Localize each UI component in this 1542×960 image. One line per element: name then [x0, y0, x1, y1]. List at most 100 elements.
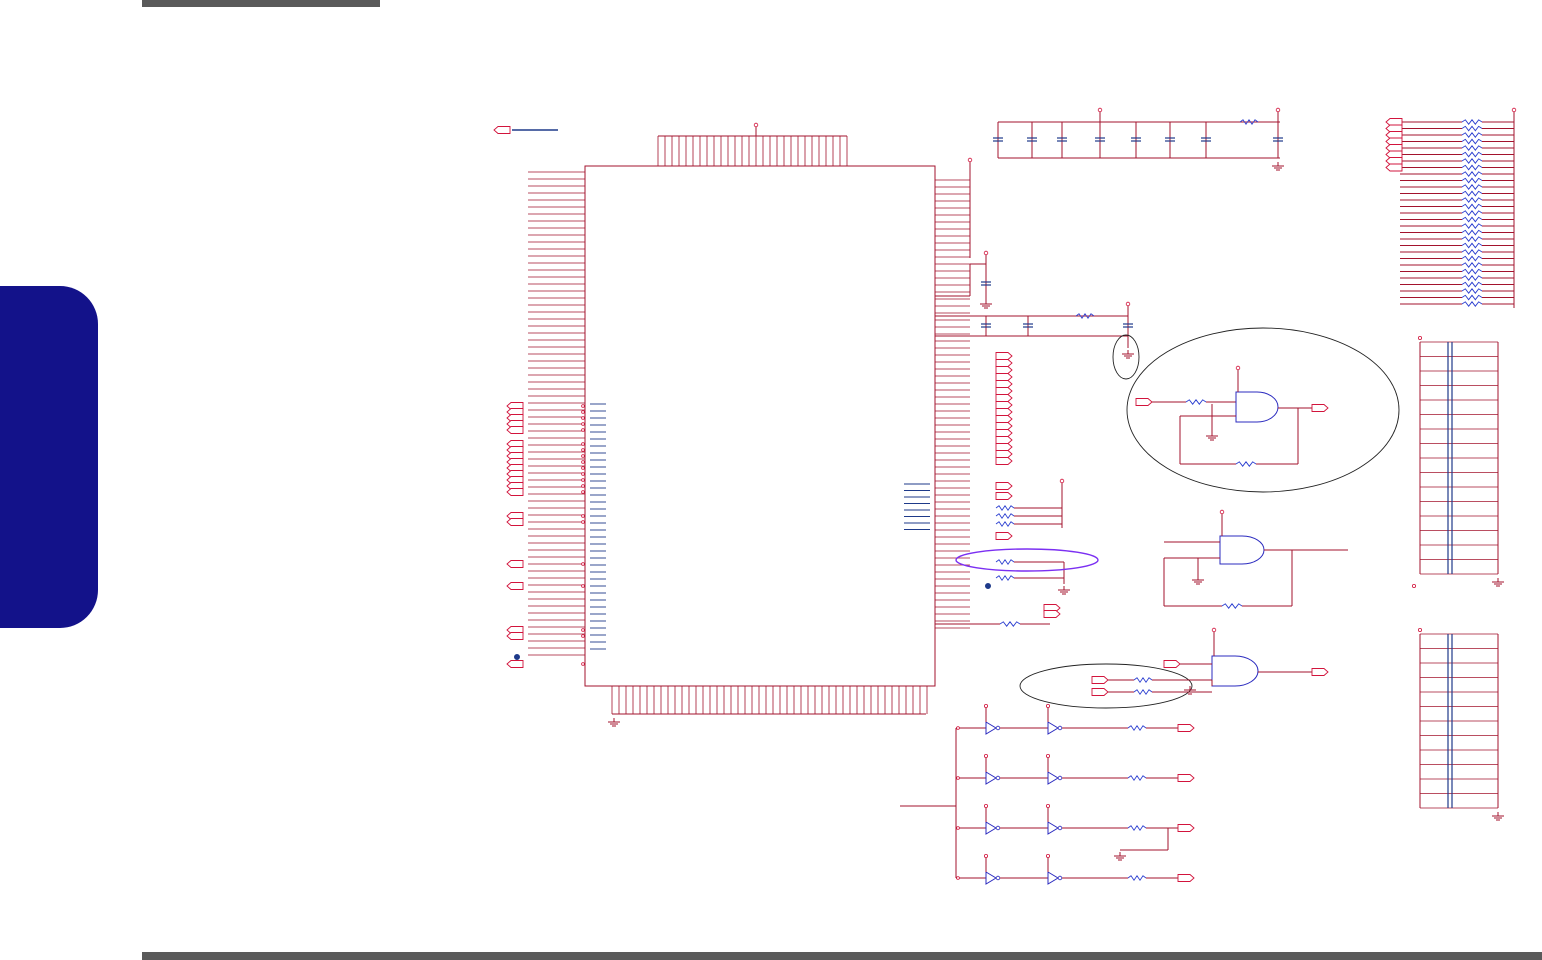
- buffer-output-connector: [1177, 724, 1195, 732]
- and-gate: [1211, 655, 1259, 687]
- left-pin-dot: [581, 448, 585, 452]
- buffer-gate: [1047, 821, 1063, 835]
- rpack-resistor: [1461, 164, 1483, 171]
- inverter-bubble: [1057, 825, 1063, 831]
- top-left-connector: [493, 126, 511, 134]
- rpack-resistor: [1461, 301, 1483, 307]
- power-node: [1418, 335, 1423, 340]
- buffer-triangle: [1047, 721, 1059, 735]
- power-node: [967, 157, 973, 163]
- right-offpage-connector: [995, 532, 1013, 540]
- right-offpage-connector: [995, 436, 1013, 444]
- left-pin-dot: [581, 634, 585, 638]
- left-offpage-connector: [506, 518, 524, 526]
- rpack-resistor: [1461, 158, 1483, 164]
- left-offpage-connector: [506, 660, 524, 668]
- rpack-resistor: [1461, 242, 1483, 249]
- rpack-resistor: [1461, 281, 1483, 288]
- left-pin-dot: [581, 422, 585, 426]
- right-offpage-connector: [995, 408, 1013, 416]
- power-node: [1511, 107, 1517, 113]
- power-node: [984, 704, 989, 709]
- power-node: [984, 754, 989, 759]
- logic-ground: [1192, 576, 1204, 585]
- rpack-resistor: [1461, 119, 1483, 125]
- buffer-triangle: [1047, 871, 1059, 885]
- strap-ground: [1058, 586, 1070, 595]
- series-resistor: [1127, 875, 1147, 881]
- right-offpage-connector: [995, 482, 1013, 490]
- buffer-output-connector: [1177, 824, 1195, 832]
- logic-input-connector: [1091, 688, 1109, 696]
- right-offpage-connector: [995, 457, 1013, 465]
- right-offpage-connector: [995, 359, 1013, 367]
- rpack-resistor: [1461, 151, 1483, 158]
- buffer-gate: [1047, 871, 1063, 885]
- series-resistor: [1127, 725, 1147, 731]
- rpack-resistor: [1461, 294, 1483, 301]
- logic-input-connector: [1163, 660, 1181, 668]
- left-pin-dot: [581, 466, 585, 470]
- inverter-bubble: [995, 825, 1001, 831]
- buffer-gate: [985, 771, 1001, 785]
- left-pin-dot: [581, 410, 585, 414]
- inverter-bubble: [995, 875, 1001, 881]
- power-node: [1046, 754, 1051, 759]
- buffer-output-connector: [1177, 774, 1195, 782]
- rpack-resistor: [1461, 132, 1483, 138]
- right-offpage-connector: [995, 450, 1013, 458]
- logic-resistor: [1185, 399, 1207, 405]
- power-node: [1219, 509, 1225, 515]
- logic-gate-group: [955, 327, 1400, 709]
- strap-resistor: [995, 559, 1015, 565]
- series-resistor: [999, 621, 1021, 627]
- left-pin-dot: [581, 472, 585, 476]
- right-offpage-connector: [1043, 610, 1061, 618]
- feedback-resistor: [1235, 461, 1257, 467]
- logic-ground: [1184, 686, 1196, 695]
- highlight-ellipse-purple: [955, 548, 1099, 572]
- buffer-triangle: [1047, 821, 1059, 835]
- right-offpage-connector: [995, 429, 1013, 437]
- right-offpage-connector: [995, 380, 1013, 388]
- power-node: [1235, 365, 1241, 371]
- bypass-array-b-ground: [1492, 812, 1504, 821]
- power-node: [1211, 627, 1217, 633]
- rpack-resistor: [1461, 125, 1483, 132]
- power-node: [1125, 301, 1131, 307]
- power-node: [1046, 854, 1051, 859]
- power-node: [1046, 704, 1051, 709]
- inverter-bubble: [1057, 775, 1063, 781]
- power-node: [1412, 584, 1417, 589]
- feedback-resistor: [1221, 603, 1243, 609]
- right-offpage-connector: [995, 492, 1013, 500]
- logic-input-connector: [1091, 676, 1109, 684]
- decoupling-capacitor-group: [993, 107, 1284, 171]
- right-offpage-connector: [995, 373, 1013, 381]
- power-node: [1275, 107, 1281, 113]
- left-pin-dot: [581, 416, 585, 420]
- logic-input-connector: [1135, 398, 1153, 406]
- pullup-resistor: [995, 505, 1015, 511]
- filter-ground: [980, 300, 992, 309]
- rpack-resistor: [1461, 216, 1483, 223]
- highlight-ellipse: [1019, 663, 1193, 709]
- rpack-resistor: [1461, 255, 1483, 262]
- rpack-resistor: [1461, 288, 1483, 294]
- rpack-connector: [1385, 124, 1403, 133]
- left-pin-dot: [581, 460, 585, 464]
- ground-highlight-ellipse: [1112, 334, 1140, 380]
- right-offpage-connector: [995, 443, 1013, 451]
- left-pin-dot: [581, 628, 585, 632]
- analog-ground: [1122, 350, 1134, 359]
- buffer-gate: [985, 721, 1001, 735]
- left-pin-dot: [581, 478, 585, 482]
- buffer-triangle: [1047, 771, 1059, 785]
- rpack-resistor: [1461, 249, 1483, 255]
- buffer-triangle: [985, 771, 997, 785]
- and-gate: [1235, 391, 1279, 423]
- left-offpage-connector: [506, 582, 524, 590]
- buffer-triangle: [985, 721, 997, 735]
- rpack-resistor: [1461, 138, 1483, 145]
- left-pin-dot: [581, 490, 585, 494]
